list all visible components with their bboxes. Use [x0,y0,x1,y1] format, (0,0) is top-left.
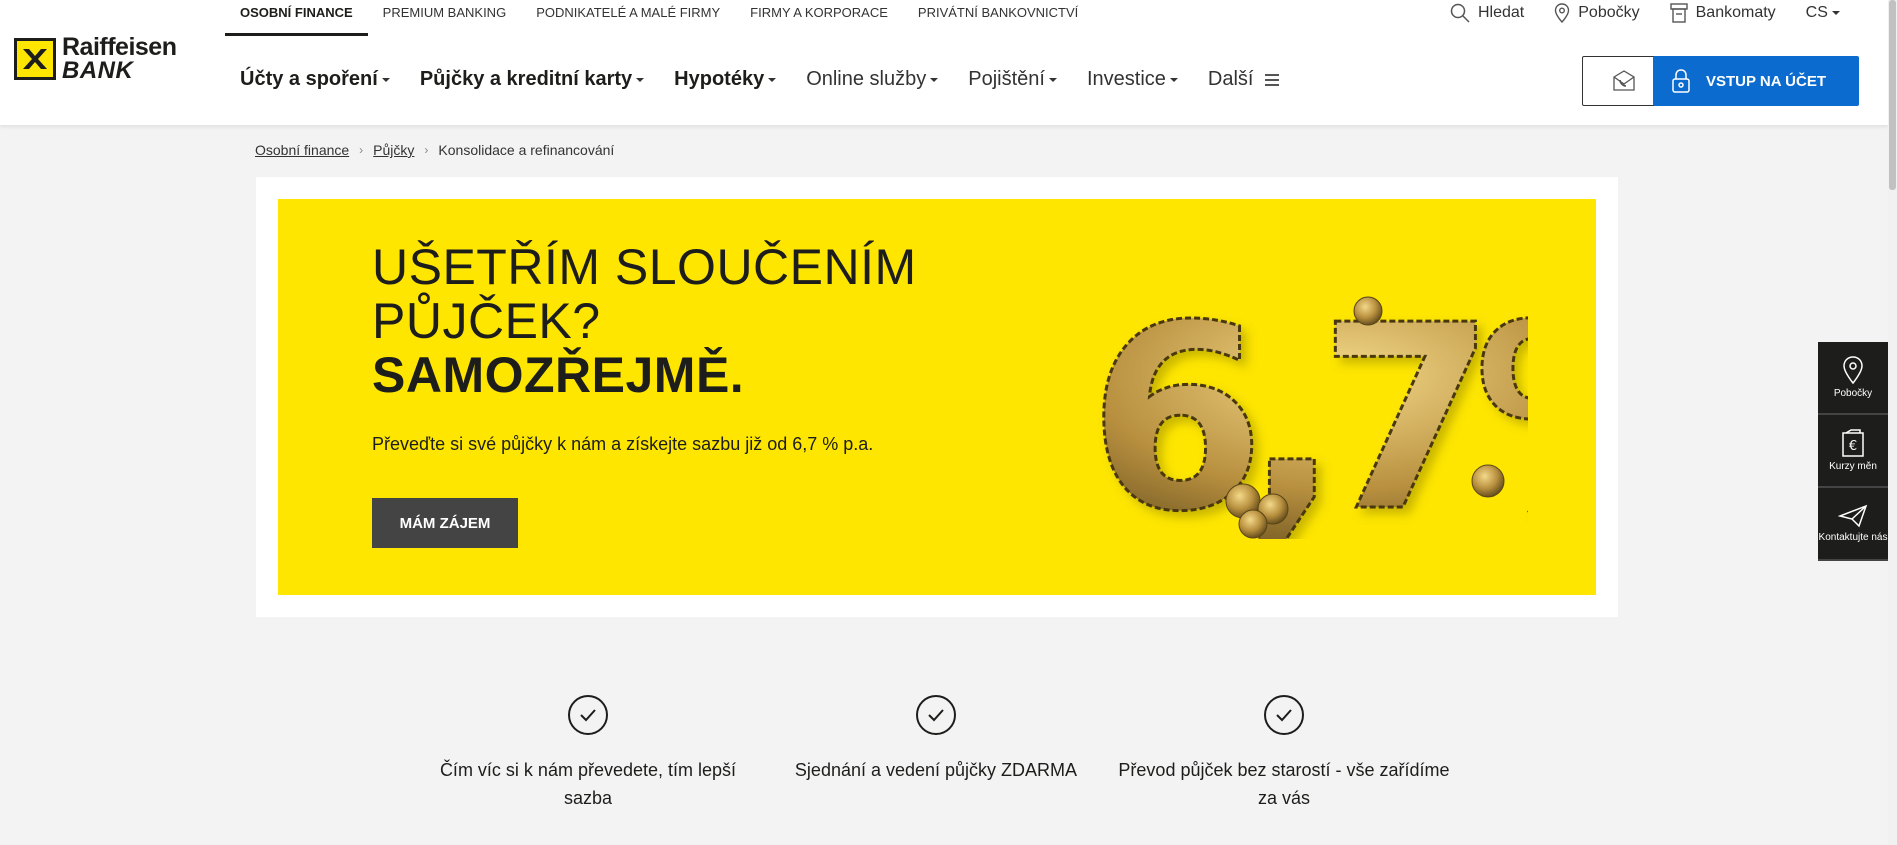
euro-icon: € [1842,429,1864,457]
search-icon [1450,3,1470,23]
segment-tab-podnikatele[interactable]: PODNIKATELÉ A MALÉ FIRMY [521,0,735,36]
segment-tab-privatni[interactable]: PRIVÁTNÍ BANKOVNICTVÍ [903,0,1093,36]
nav-pojisteni-label: Pojištění [968,68,1045,90]
side-exchange-rates-button[interactable]: € Kurzy měn [1818,415,1888,488]
check-icon [916,695,956,735]
check-icon [1264,695,1304,735]
nav-investice[interactable]: Investice [1087,68,1178,91]
branches-link[interactable]: Pobočky [1554,3,1640,23]
interest-button[interactable]: MÁM ZÁJEM [372,498,518,548]
breadcrumb-pujcky[interactable]: Půjčky [373,142,414,158]
chevron-right-icon: › [424,143,429,157]
language-selector[interactable]: CS [1806,4,1840,22]
phone-mail-icon [1613,70,1635,91]
nav-ucty-label: Účty a spoření [240,68,378,90]
feature-text: Převod půjček bez starostí - vše zařídím… [1118,760,1450,808]
main-nav: Účty a spoření Půjčky a kreditní karty H… [240,68,1309,91]
segment-tab-osobni-finance[interactable]: OSOBNÍ FINANCE [225,0,368,36]
atms-link[interactable]: Bankomaty [1669,3,1776,23]
side-exchange-rates-label: Kurzy měn [1829,461,1877,472]
chevron-down-icon [636,77,645,82]
side-branches-button[interactable]: Pobočky [1818,342,1888,415]
search-label: Hledat [1478,4,1525,21]
chevron-down-icon [1831,11,1840,15]
hamburger-menu-icon [1265,73,1280,86]
segment-nav: OSOBNÍ FINANCE PREMIUM BANKING PODNIKATE… [225,0,1093,36]
coins-rate-graphic: 6,7% [1087,270,1529,540]
search-link[interactable]: Hledat [1450,3,1524,23]
paper-plane-icon [1838,504,1868,528]
side-contact-label: Kontaktujte nás [1818,532,1888,543]
feature-item: Čím víc si k nám převedete, tím lepší sa… [418,695,758,812]
chevron-down-icon [768,77,777,82]
location-pin-icon [1555,3,1570,23]
branches-label: Pobočky [1578,4,1640,21]
hero-title-strong: SAMOZŘEJMĚ. [372,347,745,403]
nav-online-sluzby[interactable]: Online služby [806,68,939,91]
raiffeisen-logo[interactable]: Raiffeisen BANK [14,33,177,84]
page-scrollbar[interactable] [1888,0,1897,845]
hero-title: UŠETŘÍM SLOUČENÍM PŮJČEK? SAMOZŘEJMĚ. [372,240,917,402]
nav-pujcky[interactable]: Půjčky a kreditní karty [419,68,645,91]
login-label: VSTUP NA ÚČET [1705,72,1826,90]
nav-investice-label: Investice [1086,68,1166,90]
nav-hypoteky[interactable]: Hypotéky [674,68,777,91]
feature-item: Převod půjček bez starostí - vše zařídím… [1114,695,1454,812]
breadcrumb-current: Konsolidace a refinancování [438,142,615,158]
chevron-down-icon [381,77,390,82]
segment-tab-firmy[interactable]: FIRMY A KORPORACE [735,0,903,36]
nav-pojisteni[interactable]: Pojištění [968,68,1057,91]
svg-text:€: € [1849,439,1857,454]
check-icon [568,695,608,735]
feature-text: Sjednání a vedení půjčky ZDARMA [794,760,1078,780]
segment-tab-premium-banking[interactable]: PREMIUM BANKING [368,0,522,36]
nav-pujcky-label: Půjčky a kreditní karty [419,68,633,90]
hero-subtitle: Převeďte si své půjčky k nám a získejte … [372,434,874,454]
chevron-down-icon [1048,77,1057,82]
scrollbar-thumb[interactable] [1889,0,1896,190]
nav-hypoteky-label: Hypotéky [674,68,765,90]
feature-text: Čím víc si k nám převedete, tím lepší sa… [439,760,737,808]
breadcrumb: Osobní finance › Půjčky › Konsolidace a … [255,142,614,158]
hero-title-line1: UŠETŘÍM SLOUČENÍM [372,239,917,295]
chevron-right-icon: › [359,143,364,157]
breadcrumb-osobni-finance[interactable]: Osobní finance [255,142,349,158]
feature-item: Sjednání a vedení půjčky ZDARMA [766,695,1106,784]
site-header: Raiffeisen BANK OSOBNÍ FINANCE PREMIUM B… [0,0,1888,125]
logo-text-raiffeisen: Raiffeisen [62,33,177,61]
logo-mark-icon [14,38,56,80]
nav-online-label: Online služby [806,68,927,90]
utility-nav: Hledat Pobočky Bankomaty CS [1450,0,1840,26]
logo-text-bank: BANK [62,57,134,84]
hero-title-line2: PŮJČEK? [372,293,601,349]
nav-dalsi-label: Další [1207,68,1254,90]
coins-rate-text: 6,7% [1088,271,1528,539]
hero-banner: UŠETŘÍM SLOUČENÍM PŮJČEK? SAMOZŘEJMĚ. Př… [278,199,1596,595]
location-pin-icon [1843,356,1863,384]
chevron-down-icon [1169,77,1178,82]
side-quick-panel: Pobočky € Kurzy měn Kontaktujte nás [1818,342,1888,561]
nav-dalsi[interactable]: Další [1208,68,1280,91]
lock-icon [1672,69,1690,93]
atms-label: Bankomaty [1695,4,1776,21]
nav-ucty[interactable]: Účty a spoření [240,68,390,91]
side-branches-label: Pobočky [1833,388,1873,399]
language-label: CS [1805,4,1828,21]
chevron-down-icon [930,77,939,82]
atm-icon [1669,3,1688,23]
login-button[interactable]: VSTUP NA ÚČET [1653,56,1859,106]
side-contact-button[interactable]: Kontaktujte nás [1818,488,1888,561]
